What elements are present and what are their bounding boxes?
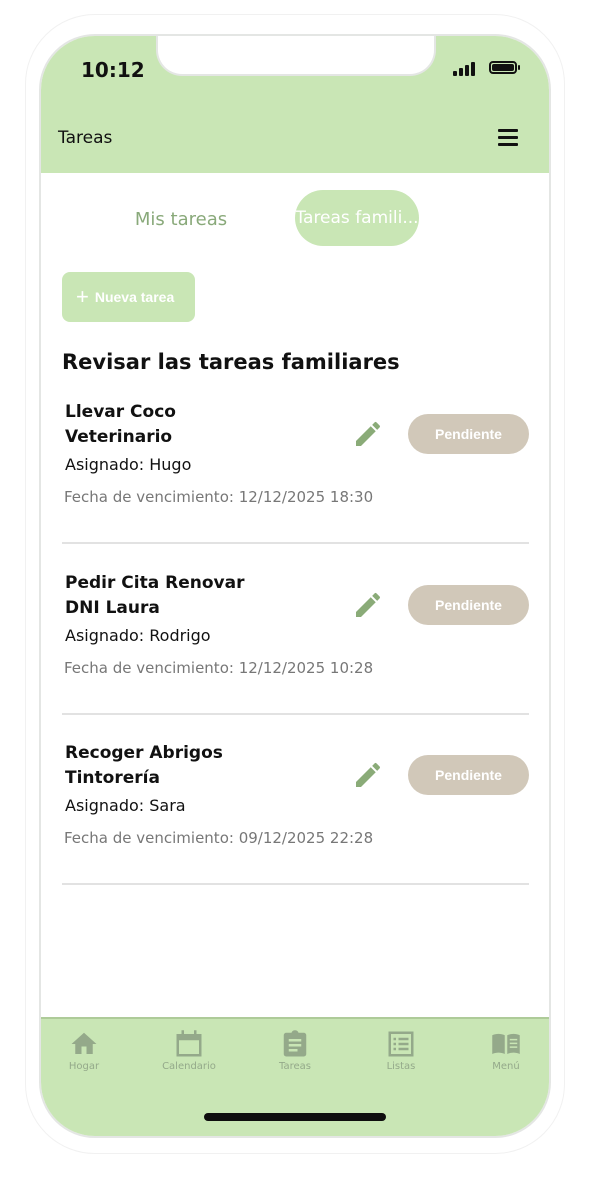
notch [156,36,436,76]
nav-label: Hogar [68,1061,100,1072]
hamburger-icon[interactable] [495,126,521,148]
new-task-label: Nueva tarea [94,289,175,305]
edit-pencil-icon[interactable] [352,589,384,621]
phone-screen: 10:12 Tareas Mis tareas Tareas famili...… [39,34,551,1138]
nav-item-calendario[interactable]: Calendario [149,1029,229,1072]
task-card: Pedir Cita Renovar DNI Laura Asignado: R… [62,571,529,741]
task-due-date: Fecha de vencimiento: 12/12/2025 10:28 [64,659,374,677]
nav-item-menu[interactable]: Menú [466,1029,546,1072]
calendar-icon [176,1030,202,1057]
nav-item-tareas[interactable]: Tareas [255,1029,335,1072]
task-title: Llevar Coco Veterinario [65,402,176,447]
task-due-date: Fecha de vencimiento: 09/12/2025 22:28 [64,829,374,847]
segmented-tabs: Mis tareas Tareas famili... [41,190,549,246]
task-assignee: Asignado: Rodrigo [65,626,211,645]
task-card: Recoger Abrigos Tintorería Asignado: Sar… [62,741,529,911]
status-badge[interactable]: Pendiente [408,585,529,625]
book-icon [492,1033,520,1054]
status-badge[interactable]: Pendiente [408,755,529,795]
nav-label: Listas [386,1061,416,1072]
clipboard-icon [283,1030,307,1057]
divider [62,542,529,544]
battery-icon [489,61,517,74]
page-title: Tareas [58,128,113,148]
nav-label: Calendario [162,1061,216,1072]
task-due-date: Fecha de vencimiento: 12/12/2025 18:30 [64,488,374,506]
new-task-button[interactable]: + Nueva tarea [62,272,195,322]
tab-mis-tareas[interactable]: Mis tareas [111,200,251,240]
edit-pencil-icon[interactable] [352,759,384,791]
nav-item-listas[interactable]: Listas [361,1029,441,1072]
app-header: 10:12 Tareas [41,36,549,173]
nav-item-hogar[interactable]: Hogar [44,1029,124,1072]
section-title: Revisar las tareas familiares [62,350,400,374]
signal-icon [453,60,481,76]
task-assignee: Asignado: Sara [65,796,186,815]
task-title: Recoger Abrigos Tintorería [65,743,223,788]
home-icon [71,1032,97,1054]
plus-icon: + [76,284,89,309]
status-badge[interactable]: Pendiente [408,414,529,454]
tab-tareas-familiares[interactable]: Tareas famili... [295,190,419,246]
divider [62,713,529,715]
home-indicator[interactable] [204,1113,386,1121]
task-assignee: Asignado: Hugo [65,455,192,474]
edit-pencil-icon[interactable] [352,418,384,450]
bottom-nav: Hogar Calendario Tareas Listas Menú [41,1017,549,1136]
list-icon [388,1031,414,1057]
nav-label: Tareas [279,1061,311,1072]
nav-label: Menú [492,1061,520,1072]
status-time: 10:12 [81,58,145,82]
battery-cap [518,65,520,70]
divider [62,883,529,885]
task-card: Llevar Coco Veterinario Asignado: Hugo F… [62,400,529,570]
task-title: Pedir Cita Renovar DNI Laura [65,573,245,618]
